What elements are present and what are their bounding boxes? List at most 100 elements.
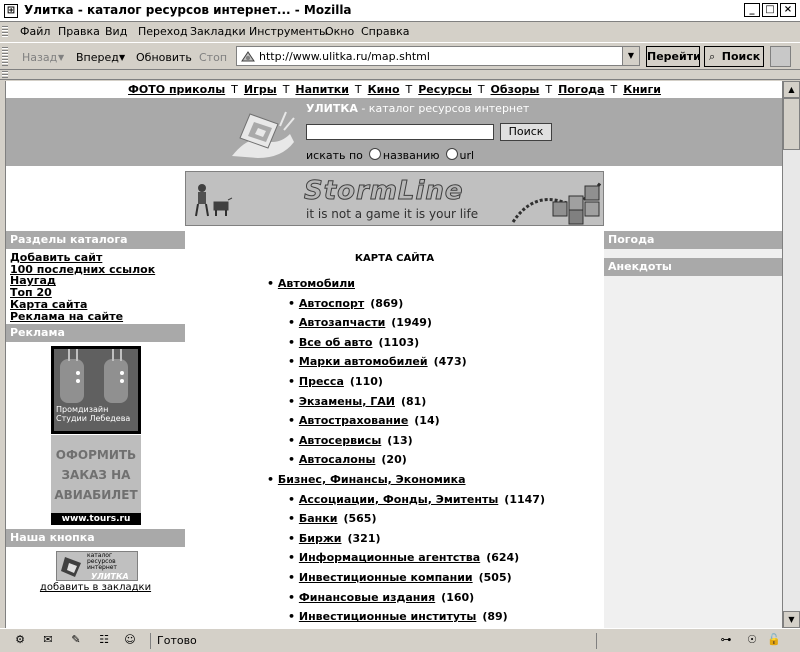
maximize-button[interactable]: □ [762, 3, 778, 17]
ulitka-button-tagline: каталог ресурсов интернет [87, 553, 117, 571]
item-count: (14) [414, 414, 440, 428]
radio-by-url[interactable] [445, 148, 458, 160]
site-search-input[interactable] [306, 124, 494, 140]
site-favicon-icon [241, 51, 255, 62]
stormline-banner[interactable]: StormLine it is not a game it is your li… [185, 171, 604, 226]
subcategory-link[interactable]: Пресса [299, 375, 344, 388]
link-advertising[interactable]: Реклама на сайте [10, 310, 185, 323]
ulitka-button-banner[interactable]: каталог ресурсов интернет УЛИТКА [56, 551, 138, 582]
subcategory-link[interactable]: Экзамены, ГАИ [299, 395, 395, 408]
search-button[interactable]: ⌕ Поиск [704, 46, 764, 67]
scroll-down-icon[interactable]: ▼ [783, 611, 800, 628]
menu-window[interactable]: Окно [325, 25, 354, 38]
subcategory-link[interactable]: Банки [299, 512, 338, 525]
stop-button[interactable]: Стоп [199, 51, 227, 64]
subcategory-link[interactable]: Автосалоны [299, 453, 376, 466]
item-count: (89) [482, 610, 508, 624]
app-icon: ⊞ [4, 4, 18, 18]
forward-dropdown-icon[interactable]: ▼ [119, 53, 125, 62]
list-item: • Ассоциации, Фонды, Эмитенты (1147) [288, 492, 545, 506]
topnav-link-weather[interactable]: Погода [558, 83, 604, 96]
reload-button[interactable]: Обновить [136, 51, 192, 64]
ulitka-button-tagline-3: интернет [87, 564, 117, 572]
topnav-link-photo[interactable]: ФОТО приколы [128, 83, 225, 96]
site-search-button[interactable]: Поиск [500, 123, 552, 141]
subcategory-link[interactable]: Информационные агентства [299, 551, 480, 564]
menu-help[interactable]: Справка [361, 25, 409, 38]
window-title: Улитка - каталог ресурсов интернет... - … [24, 3, 352, 17]
ad-tours-line1: ОФОРМИТЬ [55, 448, 137, 463]
ad-tours-banner[interactable]: ОФОРМИТЬ ЗАКАЗ НА АВИАБИЛЕТ www.tours.ru [51, 435, 141, 526]
subcategory-link[interactable]: Автосервисы [299, 434, 381, 447]
subcategory-link[interactable]: Автострахование [299, 414, 408, 427]
sitemap-main: КАРТА САЙТА • Автомобили • Автоспорт (869… [185, 231, 604, 628]
menu-bookmarks[interactable]: Закладки [190, 25, 246, 38]
topnav-link-movies[interactable]: Кино [368, 83, 400, 96]
topnav-link-resources[interactable]: Ресурсы [418, 83, 472, 96]
subcategory-link[interactable]: Марки автомобилей [299, 355, 428, 368]
category-link[interactable]: Бизнес, Финансы, Экономика [278, 473, 466, 486]
subcategory-link[interactable]: Ассоциации, Фонды, Эмитенты [299, 493, 498, 506]
brand-tagline: - каталог ресурсов интернет [357, 102, 530, 115]
minimize-button[interactable]: _ [744, 3, 760, 17]
online-status-icon[interactable]: ⊶ [714, 633, 738, 647]
url-dropdown-icon[interactable]: ▼ [622, 47, 639, 65]
back-button[interactable]: Назад [22, 51, 57, 64]
ad-speakers-icon [60, 349, 128, 404]
menu-tools[interactable]: Инструменты [249, 25, 328, 38]
go-button[interactable]: Перейти [646, 46, 701, 67]
item-count: (81) [400, 394, 427, 408]
category-link[interactable]: Автомобили [278, 277, 355, 290]
menu-go[interactable]: Переход [138, 25, 188, 38]
radio-by-name[interactable] [368, 148, 381, 160]
throbber-icon[interactable] [770, 46, 791, 67]
subcategory-link[interactable]: Финансовые издания [299, 591, 435, 604]
mail-icon[interactable]: ✉ [40, 633, 56, 647]
subcategory-link[interactable]: Автозапчасти [299, 316, 385, 329]
menu-file[interactable]: Файл [20, 25, 50, 38]
item-count: (160) [441, 590, 475, 604]
link-add-site[interactable]: Добавить сайт [10, 252, 185, 264]
topnav-link-reviews[interactable]: Обзоры [491, 83, 540, 96]
banner-slogan: it is not a game it is your life [306, 207, 479, 221]
url-bar[interactable]: ▼ [236, 46, 640, 66]
item-count: (505) [478, 570, 512, 584]
topnav-separator: Т [545, 83, 553, 96]
personal-toolbar-grip[interactable] [2, 71, 8, 78]
subcategory-link[interactable]: Биржи [299, 532, 342, 545]
topnav-link-books[interactable]: Книги [623, 83, 661, 96]
address-book-icon[interactable]: ☷ [96, 633, 112, 647]
forward-button[interactable]: Вперед [76, 51, 119, 64]
menu-grip[interactable] [2, 26, 8, 38]
snail-logo-icon[interactable] [228, 106, 298, 162]
vertical-scrollbar[interactable]: ▲ ▼ [782, 81, 800, 628]
menu-edit[interactable]: Правка [58, 25, 100, 38]
search-by-options: искать по названию url [306, 148, 474, 162]
list-item: • Автосалоны (20) [288, 453, 407, 467]
topnav-link-drinks[interactable]: Напитки [295, 83, 349, 96]
ad-lebedev-banner[interactable]: Промдизайн Студии Лебедева [51, 346, 141, 435]
back-dropdown-icon[interactable]: ▼ [58, 53, 64, 62]
topnav-link-games[interactable]: Игры [244, 83, 277, 96]
status-text: Готово [150, 633, 597, 649]
subcategory-link[interactable]: Инвестиционные институты [299, 610, 476, 623]
subcategory-link[interactable]: Автоспорт [299, 297, 364, 310]
navigator-icon[interactable]: ⚙ [12, 633, 28, 647]
subcategory-link[interactable]: Все об авто [299, 336, 373, 349]
cookie-icon[interactable]: ☉ [744, 633, 760, 647]
add-bookmark-link[interactable]: добавить в закладки [6, 582, 185, 593]
list-item: • Банки (565) [288, 512, 377, 526]
toolbar-grip[interactable] [2, 47, 8, 66]
list-item: • Автоспорт (869) [288, 296, 404, 310]
scroll-thumb[interactable] [783, 98, 800, 150]
security-lock-icon[interactable]: 🔓 [766, 633, 782, 647]
scroll-up-icon[interactable]: ▲ [783, 81, 800, 98]
irc-chat-icon[interactable]: ☺ [122, 633, 138, 647]
topnav-separator: Т [282, 83, 290, 96]
composer-icon[interactable]: ✎ [68, 633, 84, 647]
close-button[interactable]: × [780, 3, 796, 17]
link-sitemap[interactable]: Карта сайта [10, 299, 185, 311]
subcategory-link[interactable]: Инвестиционные компании [299, 571, 473, 584]
url-input[interactable] [259, 50, 609, 63]
menu-view[interactable]: Вид [105, 25, 127, 38]
